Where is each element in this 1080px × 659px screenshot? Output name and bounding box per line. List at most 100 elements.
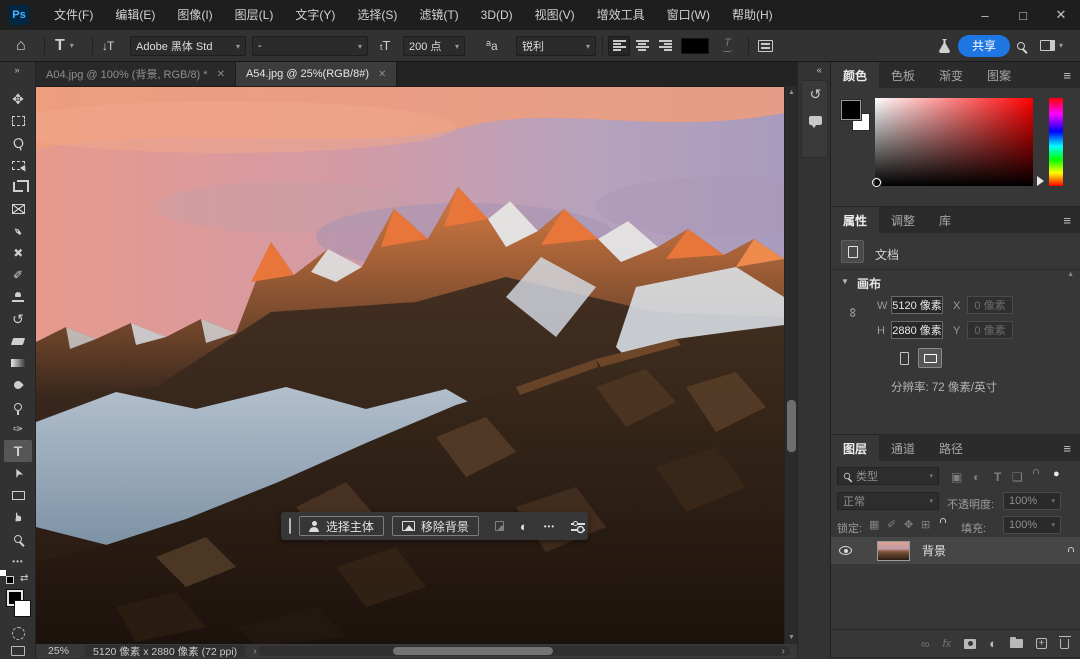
text-color-swatch[interactable]: [681, 30, 709, 61]
drag-handle[interactable]: [289, 518, 291, 534]
type-tool-selected[interactable]: T: [4, 440, 32, 462]
workspace-switcher[interactable]: ▾: [1040, 30, 1063, 61]
menu-type[interactable]: 文字(Y): [284, 0, 346, 30]
hand-tool[interactable]: ☛: [0, 506, 36, 528]
scroll-down-icon[interactable]: ▼: [788, 634, 795, 641]
frame-tool[interactable]: [0, 198, 36, 220]
screen-mode-button[interactable]: [0, 644, 36, 658]
adjustments-icon[interactable]: ◐: [520, 519, 528, 534]
filter-shape-icon[interactable]: ❏: [1012, 470, 1023, 484]
new-group-icon[interactable]: [1010, 639, 1023, 648]
canvas-section-header[interactable]: 画布: [857, 275, 881, 292]
pen-tool[interactable]: ✑: [0, 418, 36, 440]
canvas-viewport[interactable]: 选择主体 移除背景 ◐ •••: [36, 86, 784, 644]
document-tab-inactive[interactable]: A04.jpg @ 100% (背景, RGB/8) * ✕: [36, 62, 236, 86]
align-left-button[interactable]: [608, 36, 630, 56]
move-tool[interactable]: ✥: [0, 88, 36, 110]
properties-icon[interactable]: [571, 520, 580, 532]
menu-layer[interactable]: 图层(L): [224, 0, 285, 30]
layer-thumbnail[interactable]: [877, 541, 910, 561]
menu-select[interactable]: 选择(S): [346, 0, 408, 30]
rectangle-tool[interactable]: [0, 484, 36, 506]
collapse-tools-icon[interactable]: »: [0, 62, 35, 78]
tab-properties[interactable]: 属性: [831, 207, 879, 233]
font-size-select[interactable]: 200 点▾: [403, 36, 465, 56]
healing-brush-tool[interactable]: ✚: [0, 242, 36, 264]
remove-background-button[interactable]: 移除背景: [392, 516, 479, 536]
color-picker-cursor[interactable]: [872, 178, 881, 187]
lock-transparency-icon[interactable]: ▦: [869, 518, 879, 531]
history-panel-button[interactable]: ↺: [802, 81, 829, 107]
menu-edit[interactable]: 编辑(E): [104, 0, 166, 30]
panel-scroll-up-icon[interactable]: ▲: [1067, 271, 1074, 278]
tool-preset-picker[interactable]: T ▾: [55, 30, 74, 61]
tab-color[interactable]: 颜色: [831, 62, 879, 88]
horizontal-scrollbar[interactable]: [258, 646, 790, 656]
marquee-tool[interactable]: [0, 110, 36, 132]
minimize-button[interactable]: –: [966, 0, 1004, 30]
menu-filter[interactable]: 滤镜(T): [408, 0, 469, 30]
status-menu-chevron-icon[interactable]: ›: [253, 645, 257, 657]
lock-paint-icon[interactable]: ✐: [887, 518, 896, 531]
search-button[interactable]: [1017, 30, 1025, 61]
menu-view[interactable]: 视图(V): [524, 0, 586, 30]
menu-help[interactable]: 帮助(H): [721, 0, 784, 30]
filter-adjustment-icon[interactable]: ◐: [973, 470, 980, 484]
more-options-icon[interactable]: •••: [544, 522, 555, 531]
layer-name[interactable]: 背景: [922, 542, 946, 559]
menu-image[interactable]: 图像(I): [166, 0, 223, 30]
edit-toolbar-button[interactable]: •••: [0, 550, 36, 572]
comments-panel-button[interactable]: [802, 107, 829, 133]
dodge-tool[interactable]: [0, 396, 36, 418]
scroll-up-icon[interactable]: ▲: [788, 89, 795, 96]
vertical-scrollbar[interactable]: ▲ ▼: [784, 86, 797, 644]
zoom-tool[interactable]: [0, 528, 36, 550]
hue-slider-cursor[interactable]: [1037, 176, 1044, 186]
section-chevron-icon[interactable]: ▼: [841, 277, 849, 286]
text-orientation-button[interactable]: ↓T: [102, 30, 113, 61]
document-tab-active[interactable]: A54.jpg @ 25%(RGB/8#) ✕: [236, 62, 397, 86]
layer-visibility-eye-icon[interactable]: [839, 546, 852, 555]
tab-libraries[interactable]: 库: [927, 207, 963, 233]
lock-artboard-icon[interactable]: ⊞: [921, 518, 930, 531]
menu-file[interactable]: 文件(F): [43, 0, 104, 30]
toggle-panels-button[interactable]: [758, 30, 773, 61]
path-selection-tool[interactable]: ➤: [0, 462, 36, 484]
layer-style-fx-icon[interactable]: fx: [943, 638, 952, 650]
background-color-swatch[interactable]: [15, 601, 30, 616]
tab-patterns[interactable]: 图案: [975, 62, 1023, 88]
color-field[interactable]: [875, 98, 1033, 186]
link-dimensions-icon[interactable]: ∞: [846, 308, 861, 317]
select-subject-button[interactable]: 选择主体: [299, 516, 384, 536]
panel-menu-icon[interactable]: ≡: [1054, 62, 1080, 88]
new-layer-icon[interactable]: [1036, 638, 1047, 649]
portrait-orientation-button[interactable]: [893, 348, 915, 368]
warp-text-button[interactable]: T: [722, 30, 733, 61]
brush-tool[interactable]: ✐: [0, 264, 36, 286]
swap-colors-button[interactable]: ⇄: [20, 573, 28, 584]
default-colors-button[interactable]: [6, 576, 16, 586]
home-button[interactable]: ⌂: [16, 30, 26, 61]
filter-type-icon[interactable]: T: [994, 470, 1001, 484]
layer-row-background[interactable]: 背景: [831, 537, 1080, 564]
share-button[interactable]: 共享: [958, 30, 1010, 61]
eyedropper-tool[interactable]: ✒: [0, 220, 36, 242]
delete-layer-icon[interactable]: [1060, 639, 1069, 649]
tab-paths[interactable]: 路径: [927, 435, 975, 461]
blur-tool[interactable]: [0, 374, 36, 396]
panel-menu-icon[interactable]: ≡: [1054, 435, 1080, 461]
tab-adjustments[interactable]: 调整: [879, 207, 927, 233]
opacity-select[interactable]: 100% ▾: [1003, 492, 1061, 510]
object-selection-tool[interactable]: [0, 154, 36, 176]
height-field[interactable]: 2880 像素: [891, 321, 943, 339]
link-layers-icon[interactable]: ∞: [921, 637, 930, 651]
history-brush-tool[interactable]: ↺: [0, 308, 36, 330]
clone-stamp-tool[interactable]: [0, 286, 36, 308]
zoom-level-field[interactable]: 25%: [48, 645, 69, 657]
align-center-button[interactable]: [631, 36, 653, 56]
font-style-select[interactable]: -▾: [252, 36, 368, 56]
anti-alias-select[interactable]: 锐利▾: [516, 36, 596, 56]
crop-tool[interactable]: [0, 176, 36, 198]
filter-image-icon[interactable]: ▣: [951, 470, 962, 484]
horizontal-scroll-thumb[interactable]: [393, 647, 553, 655]
